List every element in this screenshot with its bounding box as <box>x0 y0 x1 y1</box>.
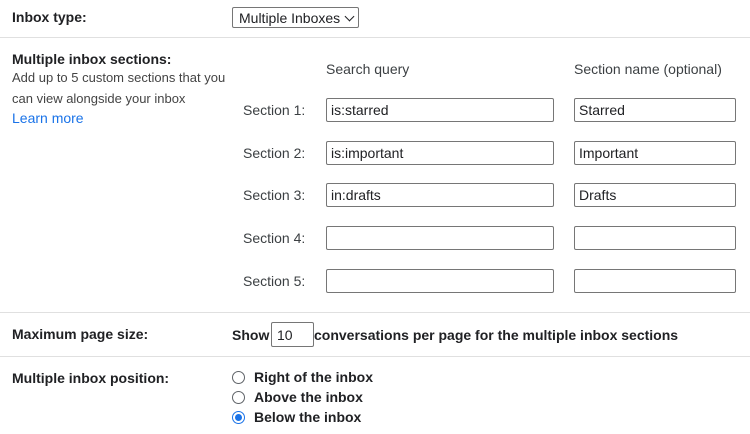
page-size-suffix: conversations per page for the multiple … <box>314 327 678 343</box>
inbox-type-value: Multiple Inboxes <box>239 10 340 26</box>
chevron-down-icon <box>345 11 355 21</box>
sections-description-line1: Add up to 5 custom sections that you <box>12 67 225 88</box>
section-5-name-input[interactable] <box>574 269 736 293</box>
section-4-name-input[interactable] <box>574 226 736 250</box>
inbox-type-select[interactable]: Multiple Inboxes <box>232 7 359 28</box>
position-option-above[interactable]: Above the inbox <box>232 389 363 405</box>
inbox-type-label: Inbox type: <box>12 9 87 25</box>
section-4-query-input[interactable] <box>326 226 554 250</box>
section-2-name-input[interactable] <box>574 141 736 165</box>
position-label: Multiple inbox position: <box>12 370 169 386</box>
radio-button-above[interactable] <box>232 391 245 404</box>
radio-button-right[interactable] <box>232 371 245 384</box>
section-1-label: Section 1: <box>243 102 305 118</box>
radio-button-below[interactable] <box>232 411 245 424</box>
section-3-query-input[interactable] <box>326 183 554 207</box>
section-5-label: Section 5: <box>243 273 305 289</box>
position-option-above-label: Above the inbox <box>254 389 363 405</box>
section-3-name-input[interactable] <box>574 183 736 207</box>
page-size-input[interactable] <box>271 322 314 347</box>
section-4-label: Section 4: <box>243 230 305 246</box>
learn-more-link[interactable]: Learn more <box>12 110 84 126</box>
page-size-prefix: Show <box>232 327 269 343</box>
position-option-right[interactable]: Right of the inbox <box>232 369 373 385</box>
divider <box>0 356 750 357</box>
divider <box>0 37 750 38</box>
position-option-below-label: Below the inbox <box>254 409 361 425</box>
section-3-label: Section 3: <box>243 187 305 203</box>
section-1-name-input[interactable] <box>574 98 736 122</box>
position-option-below[interactable]: Below the inbox <box>232 409 361 425</box>
section-2-label: Section 2: <box>243 145 305 161</box>
sections-label: Multiple inbox sections: <box>12 51 171 67</box>
section-name-header: Section name (optional) <box>574 61 722 77</box>
section-2-query-input[interactable] <box>326 141 554 165</box>
section-5-query-input[interactable] <box>326 269 554 293</box>
position-option-right-label: Right of the inbox <box>254 369 373 385</box>
divider <box>0 312 750 313</box>
page-size-label: Maximum page size: <box>12 326 148 342</box>
search-query-header: Search query <box>326 61 409 77</box>
sections-description-line2: can view alongside your inbox <box>12 88 185 109</box>
section-1-query-input[interactable] <box>326 98 554 122</box>
